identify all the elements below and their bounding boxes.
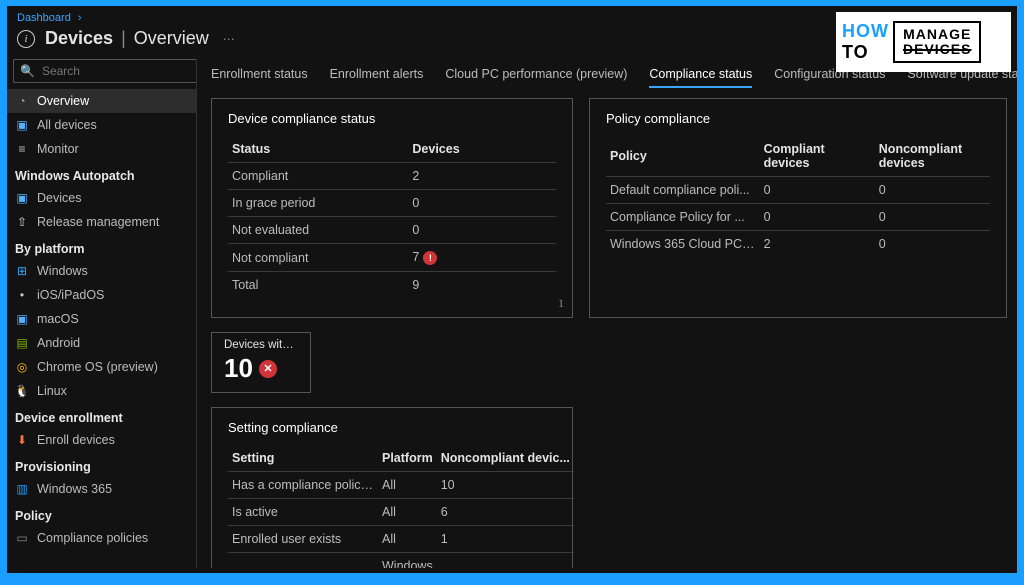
cloud-pc-icon: ▥ [15, 482, 29, 496]
sidebar-item-android[interactable]: ▤ Android [7, 331, 196, 355]
tab-cloud-pc-performance-preview-[interactable]: Cloud PC performance (preview) [445, 67, 627, 88]
card-policy-compliance: Policy compliance Policy Compliant devic… [589, 98, 1007, 318]
sidebar-item-label: Monitor [37, 142, 79, 156]
monitor-icon: ▣ [15, 118, 29, 132]
table-row[interactable]: Compliance Policy for ...00 [606, 204, 990, 231]
table-row[interactable]: Compliant2 [228, 163, 556, 190]
sidebar-item-compliance-policies[interactable]: ▭ Compliance policies [7, 526, 196, 550]
col-policy[interactable]: Policy [606, 136, 760, 177]
card-device-compliance: Device compliance status Status Devices … [211, 98, 573, 318]
monitor-icon: ▣ [15, 312, 29, 326]
logo-text-to: TO [842, 42, 889, 63]
sidebar-item-label: Chrome OS (preview) [37, 360, 158, 374]
sidebar-item-macos[interactable]: ▣ macOS [7, 307, 196, 331]
page-title: Devices | Overview [45, 28, 209, 49]
clock-icon: ◔ [15, 94, 29, 108]
logo-text-devices: DEVICES [903, 42, 971, 57]
sidebar-item-label: All devices [37, 118, 97, 132]
table-row[interactable]: AntivirusWindows 10 and later0 [228, 553, 574, 569]
table-row[interactable]: Not evaluated0 [228, 217, 556, 244]
sidebar-item-label: Overview [37, 94, 89, 108]
download-icon: ⬇ [15, 433, 29, 447]
mini-value: 10 [224, 353, 253, 384]
sidebar-item-label: Windows [37, 264, 88, 278]
shield-icon: ▭ [15, 531, 29, 545]
logo-text-manage: MANAGE [903, 27, 971, 42]
sidebar-item-label: Enroll devices [37, 433, 115, 447]
list-icon: ≡ [15, 142, 29, 156]
nav-group-platform: By platform [7, 234, 196, 259]
search-input[interactable] [40, 63, 197, 79]
chrome-icon: ◎ [15, 360, 29, 374]
sidebar-item-devices[interactable]: ▣ Devices [7, 186, 196, 210]
alert-badge-icon: ! [423, 251, 437, 265]
monitor-icon: ▣ [15, 191, 29, 205]
col-compliant[interactable]: Compliant devices [760, 136, 875, 177]
logo-badge: HOW TO MANAGE DEVICES [836, 12, 1011, 72]
sidebar-item-enroll-devices[interactable]: ⬇ Enroll devices [7, 428, 196, 452]
col-status[interactable]: Status [228, 136, 408, 163]
card-title: Policy compliance [606, 111, 990, 126]
table-row[interactable]: Enrolled user existsAll1 [228, 526, 574, 553]
sidebar-item-chrome-os-preview-[interactable]: ◎ Chrome OS (preview) [7, 355, 196, 379]
sidebar-item-label: Devices [37, 191, 81, 205]
content-pane[interactable]: Enrollment status Enrollment alerts Cloud … [197, 59, 1017, 568]
apple-icon: • [15, 288, 29, 302]
sidebar-item-ios-ipados[interactable]: • iOS/iPadOS [7, 283, 196, 307]
footnote-1: 1 [558, 296, 564, 311]
error-icon: ✕ [259, 360, 277, 378]
android-icon: ▤ [15, 336, 29, 350]
sidebar-item-label: macOS [37, 312, 79, 326]
nav-group-prov: Provisioning [7, 452, 196, 477]
tab-compliance-status[interactable]: Compliance status [649, 67, 752, 88]
table-row[interactable]: Default compliance poli...00 [606, 177, 990, 204]
table-row[interactable]: Not compliant7! [228, 244, 556, 272]
tab-enrollment-status[interactable]: Enrollment status [211, 67, 308, 88]
info-icon: i [17, 30, 35, 48]
upload-icon: ⇧ [15, 215, 29, 229]
col-noncompliant[interactable]: Noncompliant devic... [437, 445, 574, 472]
sidebar-item-overview[interactable]: ◔ Overview [7, 89, 196, 113]
sidebar-item-windows[interactable]: ⊞ Windows [7, 259, 196, 283]
sidebar-item-label: Windows 365 [37, 482, 112, 496]
tab-enrollment-alerts[interactable]: Enrollment alerts [330, 67, 424, 88]
sidebar[interactable]: 🔍 « ◔Overview▣All devices≡Monitor Window… [7, 59, 197, 568]
mini-title: Devices without... [224, 339, 298, 351]
card-title: Setting compliance [228, 420, 556, 435]
chevron-right-icon: › [78, 12, 82, 24]
sidebar-item-linux[interactable]: 🐧 Linux [7, 379, 196, 403]
sidebar-item-label: Release management [37, 215, 159, 229]
logo-text-how: HOW [842, 21, 889, 42]
breadcrumb-dashboard[interactable]: Dashboard [17, 12, 71, 24]
card-title: Device compliance status [228, 111, 556, 126]
card-devices-without[interactable]: Devices without... 10 ✕ [211, 332, 311, 393]
sidebar-item-monitor[interactable]: ≡ Monitor [7, 137, 196, 161]
sidebar-item-label: Compliance policies [37, 531, 148, 545]
nav-group-policy: Policy [7, 501, 196, 526]
nav-group-enroll: Device enrollment [7, 403, 196, 428]
search-box[interactable]: 🔍 [13, 59, 197, 83]
sidebar-item-label: Android [37, 336, 80, 350]
table-row[interactable]: Has a compliance policy assig...All10 [228, 472, 574, 499]
col-setting[interactable]: Setting [228, 445, 378, 472]
table-row[interactable]: In grace period0 [228, 190, 556, 217]
sidebar-item-release-management[interactable]: ⇧ Release management [7, 210, 196, 234]
windows-icon: ⊞ [15, 264, 29, 278]
sidebar-item-label: iOS/iPadOS [37, 288, 104, 302]
nav-group-autopatch: Windows Autopatch [7, 161, 196, 186]
card-setting-compliance: Setting compliance Setting Platform Nonc… [211, 407, 573, 568]
col-platform[interactable]: Platform [378, 445, 437, 472]
sidebar-item-windows-365[interactable]: ▥ Windows 365 [7, 477, 196, 501]
col-devices[interactable]: Devices [408, 136, 556, 163]
table-row[interactable]: Is activeAll6 [228, 499, 574, 526]
table-row[interactable]: Total9 [228, 272, 556, 299]
more-ellipsis-icon[interactable]: ⋯ [223, 32, 237, 46]
sidebar-item-label: Linux [37, 384, 67, 398]
search-icon: 🔍 [20, 64, 35, 78]
col-noncompliant[interactable]: Noncompliant devices [875, 136, 990, 177]
table-row[interactable]: Windows 365 Cloud PC ...20 [606, 231, 990, 258]
sidebar-item-all-devices[interactable]: ▣ All devices [7, 113, 196, 137]
penguin-icon: 🐧 [15, 384, 29, 398]
